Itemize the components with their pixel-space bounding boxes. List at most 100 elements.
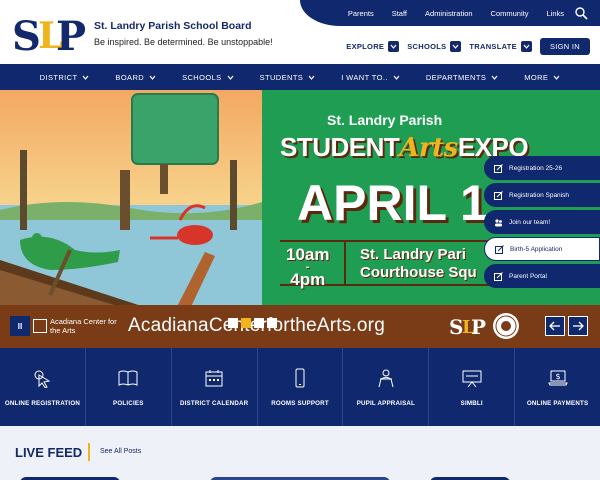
parish-seal-icon bbox=[493, 313, 519, 339]
nav-label: MORE bbox=[524, 72, 549, 82]
site-tagline: Be inspired. Be determined. Be unstoppab… bbox=[94, 37, 273, 47]
slide-dot-active[interactable] bbox=[241, 318, 251, 328]
expo-date: APRIL 1 bbox=[297, 175, 488, 231]
side-item-registration[interactable]: Registration 25-26 bbox=[484, 156, 600, 180]
sponsor-banner: II Acadiana Center for the Arts Acadiana… bbox=[0, 305, 600, 348]
schools-label: SCHOOLS bbox=[407, 42, 447, 51]
district-logo[interactable]: S L P bbox=[10, 10, 88, 58]
quick-link-simbli[interactable]: SIMBLI bbox=[429, 348, 516, 426]
slide-dot[interactable] bbox=[254, 318, 264, 328]
site-title[interactable]: St. Landry Parish School Board bbox=[94, 20, 252, 32]
nav-i-want-to[interactable]: I WANT TO.. bbox=[341, 73, 400, 82]
nav-departments[interactable]: DEPARTMENTS bbox=[426, 73, 498, 82]
feed-divider bbox=[88, 443, 90, 461]
slide-dot[interactable] bbox=[267, 318, 277, 328]
quick-link-pupil-appraisal[interactable]: PUPIL APPRAISAL bbox=[343, 348, 430, 426]
sign-in-button[interactable]: SIGN IN bbox=[539, 38, 590, 55]
util-link-community[interactable]: Community bbox=[491, 9, 529, 18]
people-icon bbox=[495, 218, 502, 226]
schools-dropdown[interactable]: SCHOOLS bbox=[407, 41, 462, 52]
side-item-join-team[interactable]: Join our team! bbox=[484, 210, 600, 234]
quick-link-label: SIMBLI bbox=[460, 399, 483, 407]
svg-text:P: P bbox=[56, 13, 86, 58]
util-link-staff[interactable]: Staff bbox=[392, 9, 407, 18]
quick-link-online-registration[interactable]: ONLINE REGISTRATION bbox=[0, 348, 86, 426]
site-header: S L P St. Landry Parish School Board Be … bbox=[0, 0, 600, 64]
expo-title-b: Arts bbox=[399, 133, 458, 163]
util-link-links[interactable]: Links bbox=[546, 9, 564, 18]
search-icon[interactable] bbox=[574, 6, 588, 20]
nav-label: DISTRICT bbox=[39, 72, 78, 82]
expo-venue: St. Landry Pari Courthouse Squ bbox=[360, 246, 477, 282]
quick-link-label: ONLINE REGISTRATION bbox=[4, 399, 81, 407]
pointer-icon bbox=[34, 370, 51, 388]
nav-board[interactable]: BOARD bbox=[115, 73, 156, 82]
nav-label: SCHOOLS bbox=[182, 72, 222, 82]
book-icon bbox=[118, 370, 138, 386]
expo-time-end: 4pm bbox=[290, 270, 326, 289]
quick-links-bar: ONLINE REGISTRATION POLICIES DISTRICT CA… bbox=[0, 348, 600, 426]
quick-link-online-payments[interactable]: $ ONLINE PAYMENTS bbox=[515, 348, 600, 426]
nav-label: I WANT TO.. bbox=[341, 72, 388, 82]
chevron-down-icon bbox=[388, 41, 400, 52]
expo-time: 10am - 4pm bbox=[286, 246, 329, 288]
side-item-label: Registration Spanish bbox=[509, 191, 569, 199]
next-slide-button[interactable] bbox=[568, 316, 588, 336]
chevron-down-icon bbox=[450, 41, 462, 52]
expo-subtitle: St. Landry Parish bbox=[327, 112, 443, 128]
slp-logo: S L P bbox=[449, 315, 486, 339]
laptop-dollar-icon: $ bbox=[547, 370, 568, 385]
nav-district[interactable]: DISTRICT bbox=[40, 73, 90, 82]
live-feed-title: LIVE FEED bbox=[15, 445, 83, 460]
nav-more[interactable]: MORE bbox=[524, 73, 560, 82]
quick-link-label: ROOMS SUPPORT bbox=[271, 399, 329, 407]
nav-schools[interactable]: SCHOOLS bbox=[182, 72, 234, 82]
explore-dropdown[interactable]: EXPLORE bbox=[346, 41, 400, 52]
expo-venue-line1: St. Landry Pari bbox=[360, 246, 466, 263]
quick-link-rooms-support[interactable]: ROOMS SUPPORT bbox=[258, 348, 344, 426]
live-feed-section: LIVE FEED See All Posts bbox=[0, 426, 600, 480]
quick-link-policies[interactable]: POLICIES bbox=[86, 348, 172, 426]
quick-link-district-calendar[interactable]: DISTRICT CALENDAR bbox=[172, 348, 258, 426]
side-item-label: Parent Portal bbox=[509, 272, 547, 280]
side-item-parent-portal[interactable]: Parent Portal bbox=[484, 264, 600, 288]
nav-label: BOARD bbox=[115, 72, 145, 82]
quick-link-label: PUPIL APPRAISAL bbox=[356, 399, 416, 407]
side-item-registration-spanish[interactable]: Registration Spanish bbox=[484, 183, 600, 207]
side-item-birth-5[interactable]: Birth-5 Application bbox=[484, 237, 600, 261]
quick-link-label: DISTRICT CALENDAR bbox=[179, 399, 249, 407]
svg-text:S: S bbox=[12, 13, 41, 58]
expo-venue-line2: Courthouse Squ bbox=[360, 264, 477, 281]
student-artwork-image bbox=[0, 90, 262, 305]
chevron-down-icon bbox=[308, 75, 315, 80]
side-item-label: Birth-5 Application bbox=[510, 245, 563, 253]
side-quick-panel: Registration 25-26 Registration Spanish … bbox=[484, 156, 600, 291]
pause-button[interactable]: II bbox=[10, 316, 30, 336]
explore-label: EXPLORE bbox=[346, 42, 385, 51]
chevron-down-icon bbox=[227, 75, 234, 80]
translate-dropdown[interactable]: TRANSLATE bbox=[469, 41, 532, 52]
side-item-label: Join our team! bbox=[509, 218, 551, 226]
phone-icon bbox=[295, 368, 305, 387]
presentation-icon bbox=[462, 370, 482, 387]
prev-slide-button[interactable] bbox=[545, 316, 565, 336]
svg-text:P: P bbox=[471, 315, 486, 339]
edit-icon bbox=[494, 271, 503, 281]
nav-students[interactable]: STUDENTS bbox=[260, 73, 316, 82]
util-link-administration[interactable]: Administration bbox=[425, 9, 473, 18]
slide-dot[interactable] bbox=[228, 318, 238, 328]
see-all-posts-link[interactable]: See All Posts bbox=[100, 448, 141, 455]
quick-link-label: ONLINE PAYMENTS bbox=[526, 399, 589, 407]
edit-icon bbox=[495, 244, 504, 254]
main-nav: DISTRICT BOARD SCHOOLS STUDENTS I WANT T… bbox=[0, 64, 600, 90]
acadiana-name: Acadiana Center for the Arts bbox=[50, 317, 117, 335]
chevron-down-icon bbox=[82, 75, 89, 80]
chevron-down-icon bbox=[393, 75, 400, 80]
util-link-parents[interactable]: Parents bbox=[348, 9, 374, 18]
chevron-down-icon bbox=[553, 75, 560, 80]
side-item-label: Registration 25-26 bbox=[509, 164, 563, 172]
expo-title-a: STUDENT bbox=[280, 132, 400, 162]
arrow-left-icon bbox=[549, 321, 560, 331]
nav-label: DEPARTMENTS bbox=[425, 72, 487, 82]
quick-link-label: POLICIES bbox=[113, 399, 144, 407]
